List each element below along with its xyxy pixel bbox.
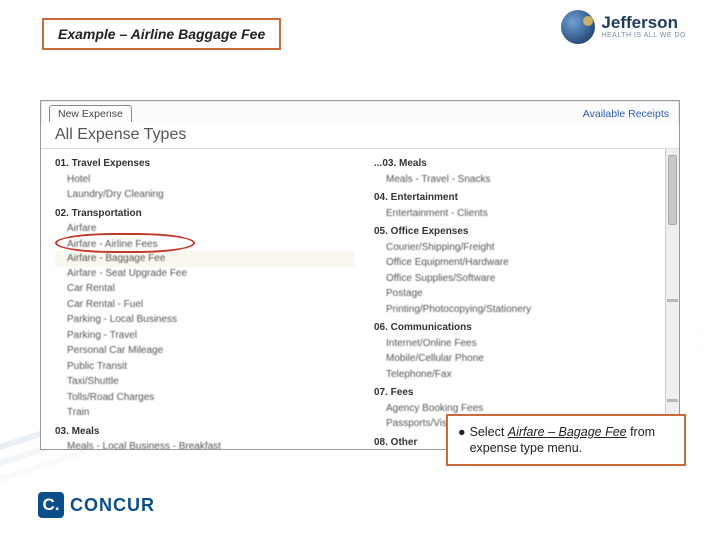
group-heading: 04. Entertainment xyxy=(374,190,673,206)
callout-emphasis: Airfare – Bagage Fee xyxy=(508,425,627,439)
expense-type-item[interactable]: Postage xyxy=(374,286,673,302)
expense-type-item[interactable]: Printing/Photocopying/Stationery xyxy=(374,302,673,318)
jefferson-logo-mark xyxy=(561,10,595,44)
expense-type-item[interactable]: Meals - Local Business - Breakfast xyxy=(55,439,354,449)
callout-lead: Select xyxy=(470,425,508,439)
expense-type-baggage-fee[interactable]: Airfare - Baggage Fee xyxy=(55,251,354,267)
scrollbar-tick xyxy=(667,399,678,402)
group-heading: 01. Travel Expenses xyxy=(55,156,354,172)
expense-type-item[interactable]: Hotel xyxy=(55,172,354,188)
expense-types-right-column: ...03. Meals Meals - Travel - Snacks 04.… xyxy=(360,149,679,449)
callout-text: Select Airfare – Bagage Fee from expense… xyxy=(470,424,674,457)
expense-type-item[interactable]: Meals - Travel - Snacks xyxy=(374,172,673,188)
panel-heading: All Expense Types xyxy=(41,124,679,149)
slide-title: Example – Airline Baggage Fee xyxy=(58,26,265,42)
expense-type-item[interactable]: Personal Car Mileage xyxy=(55,343,354,359)
concur-logo: C. CONCUR xyxy=(38,492,155,518)
group-heading: 05. Office Expenses xyxy=(374,224,673,240)
expense-type-item[interactable]: Airfare - Seat Upgrade Fee xyxy=(55,266,354,282)
group-heading: 02. Transportation xyxy=(55,206,354,222)
jefferson-logo: Jefferson HEALTH IS ALL WE DO xyxy=(561,10,686,44)
expense-types-left-column: 01. Travel Expenses Hotel Laundry/Dry Cl… xyxy=(41,149,360,449)
group-heading: 07. Fees xyxy=(374,385,673,401)
expense-type-item[interactable]: Office Supplies/Software xyxy=(374,271,673,287)
expense-type-item[interactable]: Tolls/Road Charges xyxy=(55,390,354,406)
tab-new-expense[interactable]: New Expense xyxy=(49,105,132,122)
expense-type-item[interactable]: Car Rental xyxy=(55,281,354,297)
expense-type-item[interactable]: Parking - Travel xyxy=(55,328,354,344)
panel-scrollbar[interactable] xyxy=(665,149,679,449)
expense-type-item[interactable]: Car Rental - Fuel xyxy=(55,297,354,313)
expense-types-panel: New Expense Available Receipts All Expen… xyxy=(40,100,680,450)
slide-title-box: Example – Airline Baggage Fee xyxy=(42,18,281,50)
expense-type-item[interactable]: Mobile/Cellular Phone xyxy=(374,351,673,367)
expense-type-item[interactable]: Telephone/Fax xyxy=(374,367,673,383)
expense-type-item[interactable]: Train xyxy=(55,405,354,421)
expense-type-item[interactable]: Taxi/Shuttle xyxy=(55,374,354,390)
concur-logo-text: CONCUR xyxy=(70,495,155,516)
group-heading: 06. Communications xyxy=(374,320,673,336)
jefferson-logo-text: Jefferson xyxy=(601,14,686,32)
expense-type-item[interactable]: Airfare xyxy=(55,221,354,237)
available-receipts-link[interactable]: Available Receipts xyxy=(583,108,669,120)
group-heading: 03. Meals xyxy=(55,424,354,440)
concur-logo-mark: C. xyxy=(38,492,64,518)
expense-type-item[interactable]: Office Equipment/Hardware xyxy=(374,255,673,271)
group-heading: ...03. Meals xyxy=(374,156,673,172)
scrollbar-thumb[interactable] xyxy=(668,155,677,225)
expense-type-item[interactable]: Entertainment - Clients xyxy=(374,206,673,222)
expense-type-item[interactable]: Courier/Shipping/Freight xyxy=(374,240,673,256)
jefferson-logo-tagline: HEALTH IS ALL WE DO xyxy=(601,32,686,39)
expense-type-item[interactable]: Internet/Online Fees xyxy=(374,336,673,352)
instruction-callout: ● Select Airfare – Bagage Fee from expen… xyxy=(446,414,686,467)
expense-type-item[interactable]: Laundry/Dry Cleaning xyxy=(55,187,354,203)
expense-type-item[interactable]: Airfare - Airline Fees xyxy=(55,237,354,253)
expense-type-item[interactable]: Parking - Local Business xyxy=(55,312,354,328)
expense-type-item[interactable]: Public Transit xyxy=(55,359,354,375)
scrollbar-tick xyxy=(667,299,678,302)
bullet-dot: ● xyxy=(458,424,466,457)
